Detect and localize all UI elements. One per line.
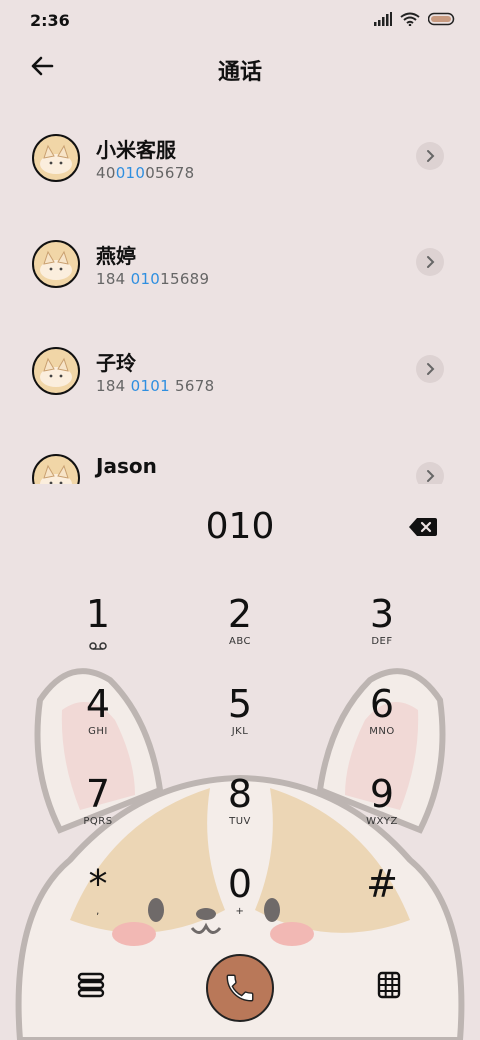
contact-detail-button[interactable] [416,248,444,276]
backspace-button[interactable] [408,516,440,538]
contact-name: Jason [96,454,157,478]
key-8[interactable]: 8 TUV [180,772,300,852]
number-part: 05678 [145,164,195,182]
phone-icon [226,974,254,1002]
key-letters: TUV [229,816,251,827]
number-match: 010 [130,270,161,288]
contact-number: 184 0101 5678 [96,377,214,395]
status-icons [374,12,456,26]
key-2[interactable]: 2 ABC [180,592,300,672]
key-letters: , [96,906,100,917]
key-letters: PQRS [83,816,113,827]
chevron-right-icon [427,363,435,375]
chevron-right-icon [427,150,435,162]
key-5[interactable]: 5 JKL [180,682,300,762]
key-3[interactable]: 3 DEF [322,592,442,672]
chevron-right-icon [427,470,435,482]
key-digit: 3 [369,592,395,636]
key-6[interactable]: 6 MNO [322,682,442,762]
number-part: 5678 [169,377,215,395]
number-part: 15689 [160,270,210,288]
key-digit: 0 [227,862,253,906]
key-letters: ABC [228,636,251,647]
key-letters: GHI [88,726,108,737]
key-letters: JKL [231,726,249,737]
contact-row[interactable]: 小米客服 4001005678 [0,110,480,206]
backspace-icon [409,518,437,536]
key-digit: 8 [227,772,253,816]
number-part: 184 [96,270,131,288]
key-digit: 4 [85,682,111,726]
key-letters: WXYZ [366,816,398,827]
contact-detail-button[interactable] [416,355,444,383]
voicemail-icon [89,642,107,650]
chevron-right-icon [427,256,435,268]
avatar [32,347,80,395]
wifi-icon [400,12,420,26]
contact-detail-button[interactable] [416,462,444,484]
contact-list[interactable]: 小米客服 4001005678 燕婷 184 01015689 子玲 184 0… [0,110,480,484]
contact-name: 小米客服 [96,138,176,162]
key-digit: 2 [227,592,253,636]
menu-button[interactable] [76,972,106,1002]
keypad-toggle-button[interactable] [374,970,404,1004]
number-part: 40 [96,164,116,182]
number-part: 184 [96,377,131,395]
contact-detail-button[interactable] [416,142,444,170]
key-digit: 7 [85,772,111,816]
avatar [32,134,80,182]
key-9[interactable]: 9 WXYZ [322,772,442,852]
contact-row[interactable]: Jason [0,430,480,484]
number-match: 0101 [130,377,170,395]
contact-name: 燕婷 [96,244,136,268]
corgi-avatar-icon [40,250,72,280]
avatar [32,240,80,288]
key-4[interactable]: 4 GHI [38,682,158,762]
battery-icon [428,12,455,26]
menu-stack-icon [77,972,105,998]
contact-name: 子玲 [96,351,136,375]
keypad-grid-icon [377,971,401,999]
key-star[interactable]: * , [38,862,158,942]
key-0[interactable]: 0 + [180,862,300,942]
contact-row[interactable]: 燕婷 184 01015689 [0,216,480,312]
number-match: 010 [115,164,146,182]
key-digit: 1 [85,592,111,636]
key-letters: + [235,906,245,917]
contact-number: 4001005678 [96,164,194,182]
status-time: 2:36 [30,11,70,30]
avatar [32,454,80,484]
key-7[interactable]: 7 PQRS [38,772,158,852]
key-digit: * [88,862,108,906]
corgi-avatar-icon [40,144,72,174]
contact-number: 184 01015689 [96,270,209,288]
key-letters: DEF [371,636,393,647]
call-button[interactable] [206,954,274,1022]
key-letters: MNO [369,726,395,737]
page-title: 通话 [217,60,262,85]
key-digit: 6 [369,682,395,726]
key-digit: 9 [369,772,395,816]
status-bar: 2:36 [0,0,480,40]
signal-icon [374,12,392,26]
key-hash[interactable]: # [322,862,442,942]
contact-row[interactable]: 子玲 184 0101 5678 [0,323,480,419]
corgi-avatar-icon [40,357,72,387]
key-digit: # [366,862,398,906]
key-1[interactable]: 1 [38,592,158,672]
key-digit: 5 [227,682,253,726]
corgi-avatar-icon [40,464,72,484]
